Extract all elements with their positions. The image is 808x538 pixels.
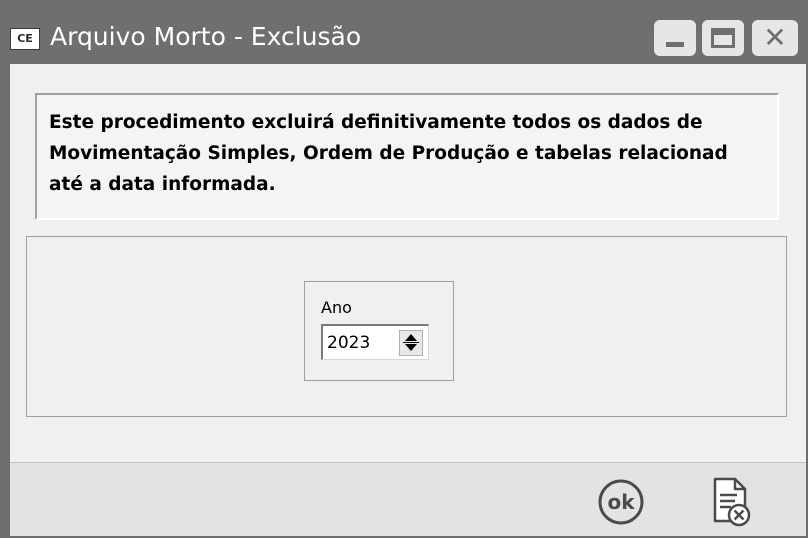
- cancel-document-icon: [713, 477, 751, 527]
- close-icon: ✕: [763, 21, 787, 54]
- year-spin-button[interactable]: [399, 330, 423, 356]
- maximize-icon: [711, 28, 735, 48]
- year-field-group: Ano 2023: [304, 281, 454, 381]
- ok-icon: ok: [598, 479, 644, 525]
- dialog-footer: ok: [10, 462, 806, 536]
- spin-divider: [403, 342, 419, 343]
- year-label: Ano: [321, 298, 352, 317]
- message-line-3: até a data informada.: [49, 174, 276, 195]
- parameters-panel: Ano 2023: [26, 236, 787, 417]
- dialog-window: CE Arquivo Morto - Exclusão ✕ Este proce…: [0, 0, 808, 538]
- window-title: Arquivo Morto - Exclusão: [50, 22, 362, 51]
- ok-label: ok: [607, 490, 635, 514]
- message-line-2: Movimentação Simples, Ordem de Produção …: [49, 143, 728, 164]
- ok-button[interactable]: ok: [596, 477, 646, 527]
- spin-down-icon[interactable]: [405, 344, 417, 351]
- message-line-1: Este procedimento excluirá definitivamen…: [49, 112, 703, 133]
- year-value[interactable]: 2023: [327, 333, 370, 353]
- minimize-button[interactable]: [654, 20, 696, 56]
- year-spin-input[interactable]: 2023: [321, 324, 429, 360]
- maximize-button[interactable]: [702, 20, 744, 56]
- minimize-icon: [666, 42, 684, 47]
- app-icon[interactable]: CE: [10, 28, 40, 50]
- close-button[interactable]: ✕: [752, 20, 798, 56]
- spin-up-icon[interactable]: [405, 334, 417, 341]
- title-bar[interactable]: CE Arquivo Morto - Exclusão ✕: [0, 0, 808, 64]
- cancel-button[interactable]: [709, 475, 753, 529]
- warning-message-box: Este procedimento excluirá definitivamen…: [35, 93, 779, 220]
